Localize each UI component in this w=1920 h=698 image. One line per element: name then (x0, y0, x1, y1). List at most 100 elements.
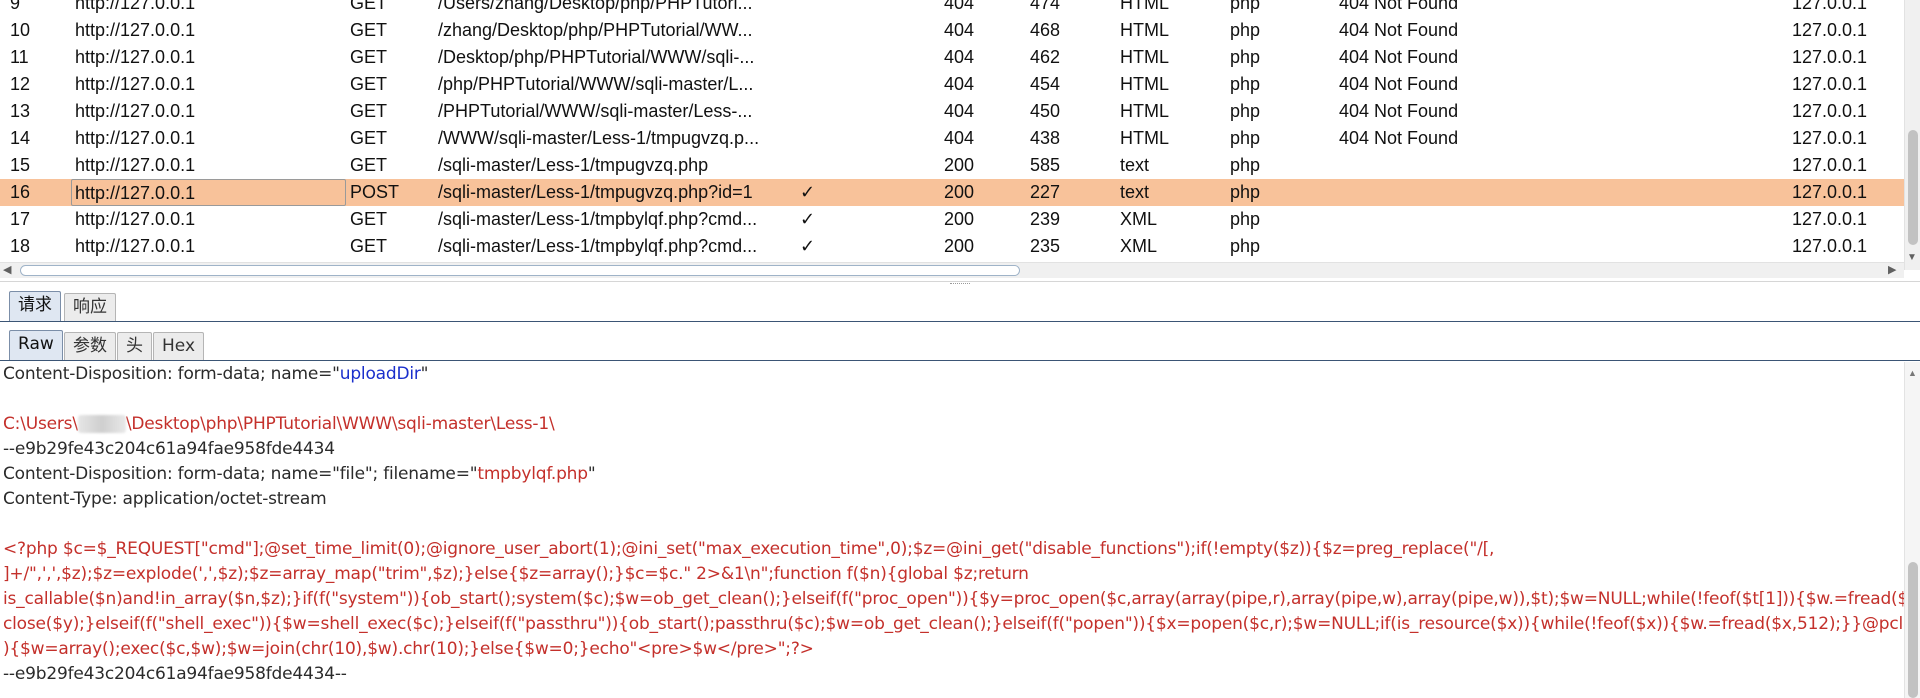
cell-method: GET (350, 47, 388, 67)
path-segment: C:\Users\ (3, 414, 78, 434)
cell-ext: php (1230, 47, 1261, 67)
table-row[interactable]: 16 http://127.0.0.1 POST/sqli-master/Less-… (0, 179, 1904, 206)
scroll-down-arrow-icon[interactable]: ▼ (1907, 252, 1917, 263)
cell-url: /php/PHPTutorial/WWW/sqli-master/L... (438, 74, 754, 94)
cell-method: GET (350, 20, 388, 40)
tab-response[interactable]: 响应 (64, 293, 116, 321)
cell-status: 200 (944, 182, 975, 202)
cell-url: /Users/zhang/Desktop/php/PHPTutori... (438, 0, 753, 13)
table-row[interactable]: 12 http://127.0.0.1 GET/php/PHPTutorial/WW… (0, 71, 1904, 98)
cell-ext: php (1230, 0, 1261, 13)
tab-hex[interactable]: Hex (153, 332, 205, 360)
cell-length: 239 (1030, 209, 1061, 229)
cell-host: http://127.0.0.1 (75, 101, 196, 121)
cell-ip: 127.0.0.1 (1792, 209, 1868, 229)
cell-title: 404 Not Found (1339, 74, 1459, 94)
table-row[interactable]: 10 http://127.0.0.1 GET/zhang/Desktop/php/… (0, 17, 1904, 44)
cell-length: 454 (1030, 74, 1061, 94)
cell-ip: 127.0.0.1 (1792, 20, 1868, 40)
table-row[interactable]: 18 http://127.0.0.1 GET/sqli-master/Less-1… (0, 233, 1904, 260)
editor-line: Content-Disposition: form-data; name="up… (3, 362, 428, 387)
cell-id: 16 (10, 182, 31, 202)
text-segment: Content-Disposition: form-data; name=" (3, 364, 340, 384)
cell-id: 14 (10, 128, 31, 148)
cell-title (1339, 179, 1539, 206)
cell-id: 10 (10, 20, 31, 40)
cell-title: 404 Not Found (1339, 0, 1459, 13)
cell-title (1339, 206, 1539, 233)
table-row[interactable]: 13 http://127.0.0.1 GET/PHPTutorial/WWW/sq… (0, 98, 1904, 125)
tab-request[interactable]: 请求 (9, 291, 61, 321)
scroll-left-arrow-icon[interactable]: ◀ (3, 263, 11, 276)
cell-length: 438 (1030, 128, 1061, 148)
editor-line: C:\Users\ \Desktop\php\PHPTutorial\WWW\sq… (3, 412, 555, 437)
content-type-line: Content-Type: application/octet-stream (3, 489, 327, 509)
table-row[interactable]: 15 http://127.0.0.1 GET/sqli-master/Less-1… (0, 152, 1904, 179)
cell-title (1339, 152, 1539, 179)
horizontal-scroll-thumb[interactable] (20, 265, 1020, 276)
cell-id: 17 (10, 209, 31, 229)
field-name: uploadDir (339, 364, 421, 384)
cell-host: http://127.0.0.1 (75, 0, 196, 13)
vertical-scroll-thumb[interactable] (1908, 130, 1918, 245)
pane-splitter-handle[interactable] (950, 283, 970, 285)
cell-mime: XML (1120, 236, 1158, 256)
cell-length: 585 (1030, 155, 1061, 175)
php-code-line: close($y);}elseif(f("shell_exec")){$w=sh… (3, 614, 1904, 634)
cell-method: POST (350, 182, 400, 202)
php-code-line: <?php $c=$_REQUEST["cmd"];@set_time_limi… (3, 539, 1495, 559)
raw-request-editor[interactable]: Content-Disposition: form-data; name="up… (0, 362, 1904, 698)
history-rows: 9 http://127.0.0.1 GET/Users/zhang/Desktop… (0, 0, 1904, 260)
cell-ip: 127.0.0.1 (1792, 47, 1868, 67)
text-segment: " (420, 364, 429, 384)
editor-scroll-thumb[interactable] (1908, 562, 1918, 698)
table-row[interactable]: 11 http://127.0.0.1 GET/Desktop/php/PHPTut… (0, 44, 1904, 71)
cell-params: ✓ (800, 236, 816, 256)
cell-ip: 127.0.0.1 (1792, 155, 1868, 175)
cell-params (800, 17, 830, 44)
text-segment: " (587, 464, 596, 484)
cell-status: 404 (944, 74, 975, 94)
cell-ext: php (1230, 209, 1261, 229)
table-row[interactable]: 14 http://127.0.0.1 GET/WWW/sqli-master/Le… (0, 125, 1904, 152)
cell-title: 404 Not Found (1339, 128, 1459, 148)
cell-ip: 127.0.0.1 (1792, 74, 1868, 94)
cell-ip: 127.0.0.1 (1792, 128, 1868, 148)
history-vertical-scrollbar[interactable]: ▼ (1904, 0, 1920, 270)
http-history-table: 9 http://127.0.0.1 GET/Users/zhang/Desktop… (0, 0, 1920, 282)
cell-ip: 127.0.0.1 (1792, 236, 1868, 256)
scroll-up-arrow-icon[interactable]: ▲ (1908, 368, 1917, 378)
editor-line: Content-Disposition: form-data; name="fi… (3, 462, 596, 487)
cell-id: 9 (10, 0, 21, 13)
cell-method: GET (350, 128, 388, 148)
tab-headers[interactable]: 头 (117, 332, 152, 360)
table-row[interactable]: 17 http://127.0.0.1 GET/sqli-master/Less-1… (0, 206, 1904, 233)
scroll-right-arrow-icon[interactable]: ▶ (1888, 263, 1896, 276)
cell-id: 12 (10, 74, 31, 94)
cell-status: 404 (944, 128, 975, 148)
cell-method: GET (350, 0, 388, 13)
cell-host: http://127.0.0.1 (75, 128, 196, 148)
cell-url: /sqli-master/Less-1/tmpbylqf.php?cmd... (438, 236, 758, 256)
cell-id: 13 (10, 101, 31, 121)
tab-params[interactable]: 参数 (64, 332, 116, 360)
tab-raw[interactable]: Raw (9, 330, 63, 360)
cell-length: 462 (1030, 47, 1061, 67)
cell-title: 404 Not Found (1339, 20, 1459, 40)
cell-url: /sqli-master/Less-1/tmpbylqf.php?cmd... (438, 209, 758, 229)
cell-params (800, 44, 830, 71)
cell-ip: 127.0.0.1 (1792, 0, 1868, 13)
cell-mime: HTML (1120, 20, 1169, 40)
text-segment: Content-Disposition: form-data; name="fi… (3, 464, 478, 484)
boundary-end-line: --e9b29fe43c204c61a94fae958fde4434-- (3, 664, 347, 684)
cell-title (1339, 233, 1539, 260)
editor-vertical-scrollbar[interactable]: ▲ (1904, 362, 1920, 698)
cell-mime: HTML (1120, 74, 1169, 94)
cell-params (800, 152, 830, 179)
cell-length: 235 (1030, 236, 1061, 256)
cell-status: 404 (944, 101, 975, 121)
history-horizontal-scrollbar[interactable]: ◀ ▶ (0, 262, 1904, 278)
table-row[interactable]: 9 http://127.0.0.1 GET/Users/zhang/Desktop… (0, 0, 1904, 17)
cell-mime: text (1120, 155, 1150, 175)
cell-length: 468 (1030, 20, 1061, 40)
